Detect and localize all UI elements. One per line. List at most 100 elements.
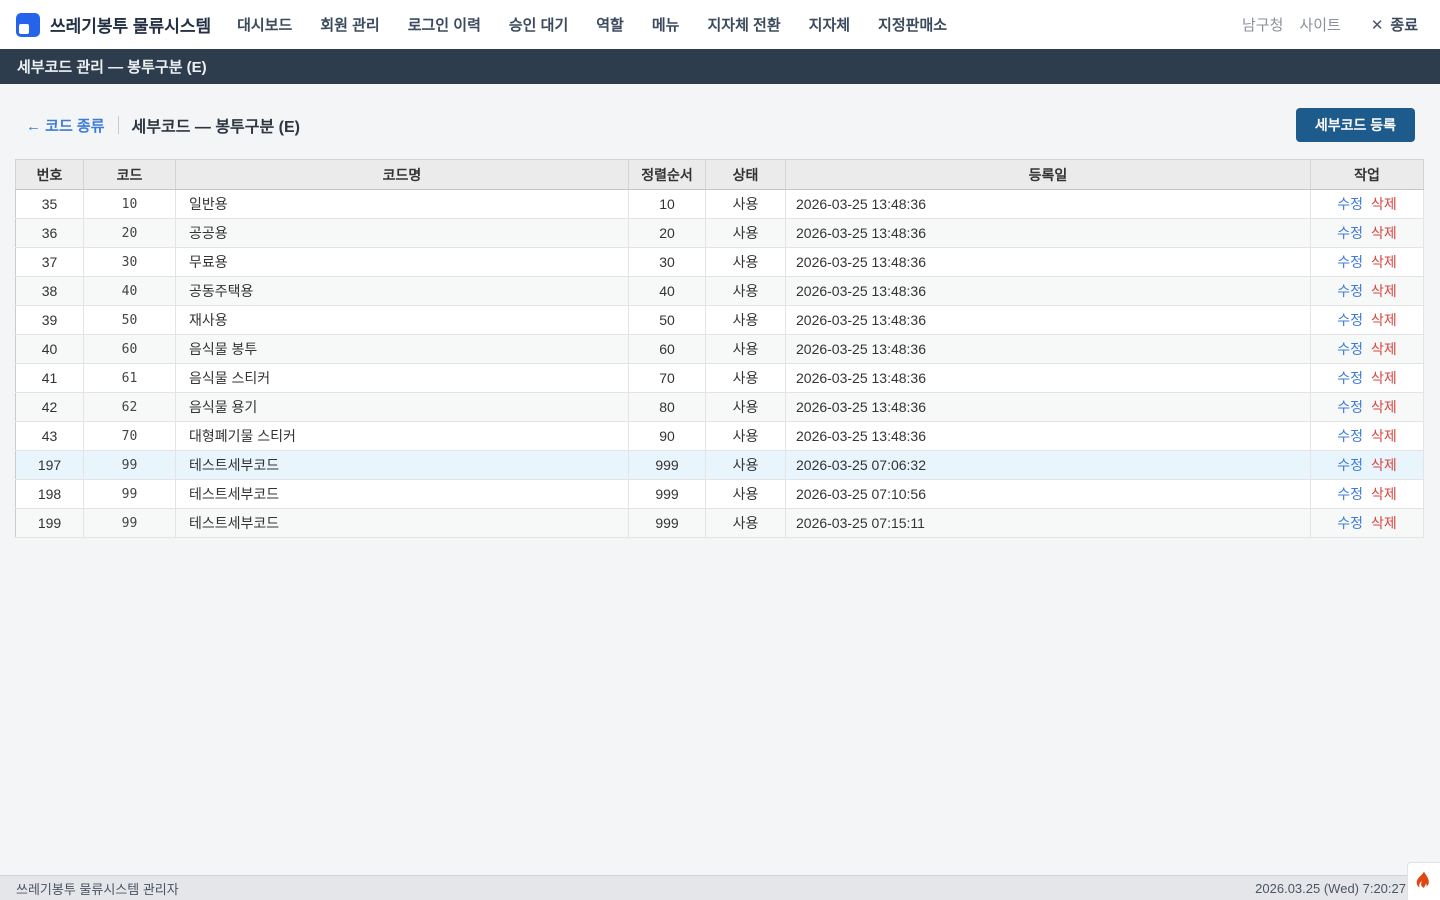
cell-no: 41 <box>16 364 84 393</box>
cell-sort: 50 <box>629 306 706 335</box>
delete-link[interactable]: 삭제 <box>1371 399 1397 415</box>
table-body: 3510일반용10사용2026-03-25 13:48:36수정삭제3620공공… <box>16 190 1424 538</box>
cell-no: 38 <box>16 277 84 306</box>
cell-code: 99 <box>84 509 176 538</box>
column-header: 코드 <box>84 160 176 190</box>
cell-name: 음식물 봉투 <box>176 335 629 364</box>
cell-status: 사용 <box>706 306 786 335</box>
column-header: 작업 <box>1311 160 1424 190</box>
nav-item[interactable]: 승인 대기 <box>509 14 568 35</box>
edit-link[interactable]: 수정 <box>1337 312 1363 328</box>
cell-name: 테스트세부코드 <box>176 451 629 480</box>
cell-sort: 20 <box>629 219 706 248</box>
column-header: 코드명 <box>176 160 629 190</box>
cell-code: 30 <box>84 248 176 277</box>
table-row: 3730무료용30사용2026-03-25 13:48:36수정삭제 <box>16 248 1424 277</box>
exit-label: 종료 <box>1390 14 1418 35</box>
cell-no: 199 <box>16 509 84 538</box>
cell-status: 사용 <box>706 248 786 277</box>
cell-code: 70 <box>84 422 176 451</box>
breadcrumb-divider <box>118 116 119 134</box>
cell-status: 사용 <box>706 422 786 451</box>
edit-link[interactable]: 수정 <box>1337 196 1363 212</box>
app-title: 쓰레기봉투 물류시스템 <box>50 12 211 37</box>
delete-link[interactable]: 삭제 <box>1371 196 1397 212</box>
table-row: 4262음식물 용기80사용2026-03-25 13:48:36수정삭제 <box>16 393 1424 422</box>
cell-code: 60 <box>84 335 176 364</box>
cell-no: 37 <box>16 248 84 277</box>
edit-link[interactable]: 수정 <box>1337 370 1363 386</box>
edit-link[interactable]: 수정 <box>1337 341 1363 357</box>
page-subheader: 세부코드 관리 — 봉투구분 (E) <box>0 49 1440 84</box>
cell-actions: 수정 삭제 <box>1311 509 1424 538</box>
nav-item[interactable]: 로그인 이력 <box>408 14 481 35</box>
edit-link[interactable]: 수정 <box>1337 254 1363 270</box>
site-link[interactable]: 사이트 <box>1299 14 1340 35</box>
cell-sort: 60 <box>629 335 706 364</box>
cell-actions: 수정 삭제 <box>1311 480 1424 509</box>
table-row: 3510일반용10사용2026-03-25 13:48:36수정삭제 <box>16 190 1424 219</box>
delete-link[interactable]: 삭제 <box>1371 486 1397 502</box>
cell-name: 음식물 스티커 <box>176 364 629 393</box>
delete-link[interactable]: 삭제 <box>1371 254 1397 270</box>
cell-no: 36 <box>16 219 84 248</box>
delete-link[interactable]: 삭제 <box>1371 312 1397 328</box>
column-header: 정렬순서 <box>629 160 706 190</box>
cell-code: 40 <box>84 277 176 306</box>
cell-no: 42 <box>16 393 84 422</box>
edit-link[interactable]: 수정 <box>1337 399 1363 415</box>
cell-name: 음식물 용기 <box>176 393 629 422</box>
delete-link[interactable]: 삭제 <box>1371 428 1397 444</box>
back-to-code-types-link[interactable]: ← 코드 종류 <box>26 115 105 136</box>
cell-name: 재사용 <box>176 306 629 335</box>
debug-toolbar-button[interactable] <box>1407 862 1440 900</box>
cell-sort: 10 <box>629 190 706 219</box>
cell-actions: 수정 삭제 <box>1311 335 1424 364</box>
edit-link[interactable]: 수정 <box>1337 457 1363 473</box>
cell-code: 20 <box>84 219 176 248</box>
cell-actions: 수정 삭제 <box>1311 248 1424 277</box>
cell-date: 2026-03-25 13:48:36 <box>786 393 1311 422</box>
nav-item[interactable]: 지정판매소 <box>878 14 947 35</box>
edit-link[interactable]: 수정 <box>1337 283 1363 299</box>
edit-link[interactable]: 수정 <box>1337 515 1363 531</box>
cell-date: 2026-03-25 13:48:36 <box>786 335 1311 364</box>
cell-no: 39 <box>16 306 84 335</box>
table-header-row: 번호코드코드명정렬순서상태등록일작업 <box>16 160 1424 190</box>
cell-name: 일반용 <box>176 190 629 219</box>
edit-link[interactable]: 수정 <box>1337 225 1363 241</box>
edit-link[interactable]: 수정 <box>1337 428 1363 444</box>
delete-link[interactable]: 삭제 <box>1371 283 1397 299</box>
detail-code-table: 번호코드코드명정렬순서상태등록일작업 3510일반용10사용2026-03-25… <box>15 159 1424 538</box>
exit-button[interactable]: ✕ 종료 <box>1371 14 1418 35</box>
edit-link[interactable]: 수정 <box>1337 486 1363 502</box>
register-detail-code-button[interactable]: 세부코드 등록 <box>1296 108 1415 142</box>
cell-code: 99 <box>84 451 176 480</box>
nav-item[interactable]: 메뉴 <box>652 14 680 35</box>
column-header: 등록일 <box>786 160 1311 190</box>
cell-code: 10 <box>84 190 176 219</box>
cell-sort: 90 <box>629 422 706 451</box>
footer-datetime: 2026.03.25 (Wed) 7:20:27 <box>1255 881 1406 896</box>
delete-link[interactable]: 삭제 <box>1371 515 1397 531</box>
nav-item[interactable]: 대시보드 <box>237 14 292 35</box>
org-link[interactable]: 남구청 <box>1242 14 1283 35</box>
table-row: 4370대형폐기물 스티커90사용2026-03-25 13:48:36수정삭제 <box>16 422 1424 451</box>
delete-link[interactable]: 삭제 <box>1371 457 1397 473</box>
cell-code: 61 <box>84 364 176 393</box>
cell-sort: 30 <box>629 248 706 277</box>
delete-link[interactable]: 삭제 <box>1371 341 1397 357</box>
nav-item[interactable]: 역할 <box>596 14 624 35</box>
cell-name: 공공용 <box>176 219 629 248</box>
nav-item[interactable]: 회원 관리 <box>320 14 379 35</box>
delete-link[interactable]: 삭제 <box>1371 225 1397 241</box>
cell-name: 무료용 <box>176 248 629 277</box>
nav-items: 대시보드 회원 관리 로그인 이력 승인 대기 역할 메뉴 지자체 전환 지자체 지정판매소 <box>237 14 947 35</box>
nav-item[interactable]: 지자체 전환 <box>707 14 780 35</box>
toolbar: ← 코드 종류 세부코드 — 봉투구분 (E) 세부코드 등록 <box>0 84 1440 159</box>
cell-date: 2026-03-25 13:48:36 <box>786 190 1311 219</box>
delete-link[interactable]: 삭제 <box>1371 370 1397 386</box>
cell-no: 35 <box>16 190 84 219</box>
nav-item[interactable]: 지자체 <box>809 14 850 35</box>
cell-date: 2026-03-25 07:15:11 <box>786 509 1311 538</box>
